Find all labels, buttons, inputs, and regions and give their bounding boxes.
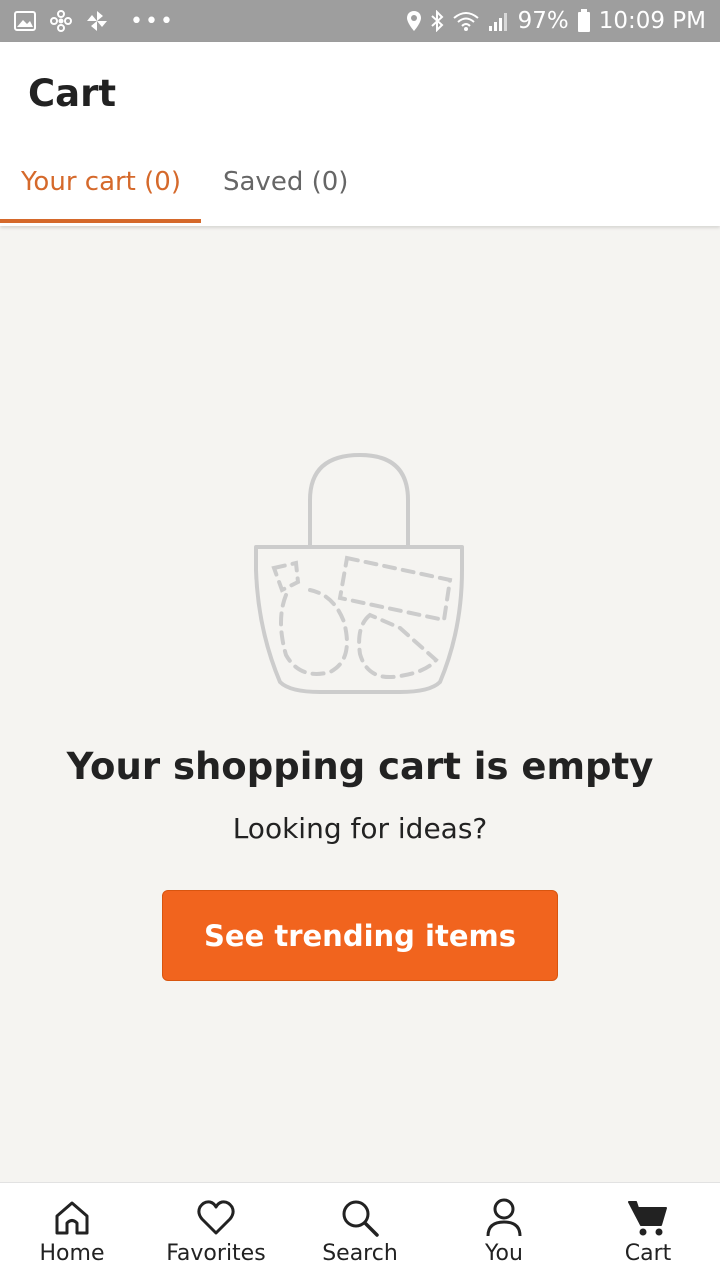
- nav-item-you[interactable]: You: [432, 1183, 576, 1280]
- status-bar: ••• 97% 10:09 PM: [0, 0, 720, 42]
- signal-icon: [488, 10, 510, 32]
- search-icon: [342, 1200, 379, 1237]
- wifi-icon: [452, 10, 480, 32]
- image-notification-icon: [14, 11, 36, 31]
- tab-saved[interactable]: Saved (0): [223, 167, 348, 197]
- nav-label-home: Home: [39, 1241, 105, 1266]
- nav-item-home[interactable]: Home: [0, 1183, 144, 1280]
- home-icon: [55, 1201, 89, 1235]
- tab-your-cart[interactable]: Your cart (0): [21, 167, 181, 197]
- see-trending-items-button[interactable]: See trending items: [162, 890, 558, 981]
- fan-notification-icon: [50, 10, 72, 32]
- bottom-nav: Home Favorites Search You Cart: [0, 1182, 720, 1280]
- more-notifications-icon: •••: [130, 8, 175, 34]
- cart-icon: [628, 1201, 667, 1236]
- cart-header: Cart Your cart (0) Saved (0): [0, 42, 720, 226]
- nav-label-you: You: [485, 1241, 523, 1266]
- page-title: Cart: [28, 72, 117, 115]
- nav-label-cart: Cart: [624, 1241, 672, 1266]
- pinwheel-notification-icon: [86, 10, 108, 32]
- battery-icon: [577, 9, 591, 33]
- battery-percent: 97%: [517, 8, 569, 34]
- person-icon: [486, 1198, 522, 1237]
- empty-basket-icon: [254, 453, 464, 694]
- nav-item-favorites[interactable]: Favorites: [144, 1183, 288, 1280]
- location-icon: [406, 10, 422, 32]
- empty-cart-title: Your shopping cart is empty: [66, 745, 654, 788]
- heart-icon: [197, 1200, 235, 1235]
- bluetooth-icon: [430, 10, 444, 32]
- clock: 10:09 PM: [598, 8, 706, 34]
- nav-label-search: Search: [322, 1241, 398, 1266]
- nav-label-favorites: Favorites: [166, 1241, 266, 1266]
- nav-item-search[interactable]: Search: [288, 1183, 432, 1280]
- active-tab-indicator: [0, 219, 201, 223]
- empty-cart-subtitle: Looking for ideas?: [232, 812, 488, 845]
- nav-item-cart[interactable]: Cart: [576, 1183, 720, 1280]
